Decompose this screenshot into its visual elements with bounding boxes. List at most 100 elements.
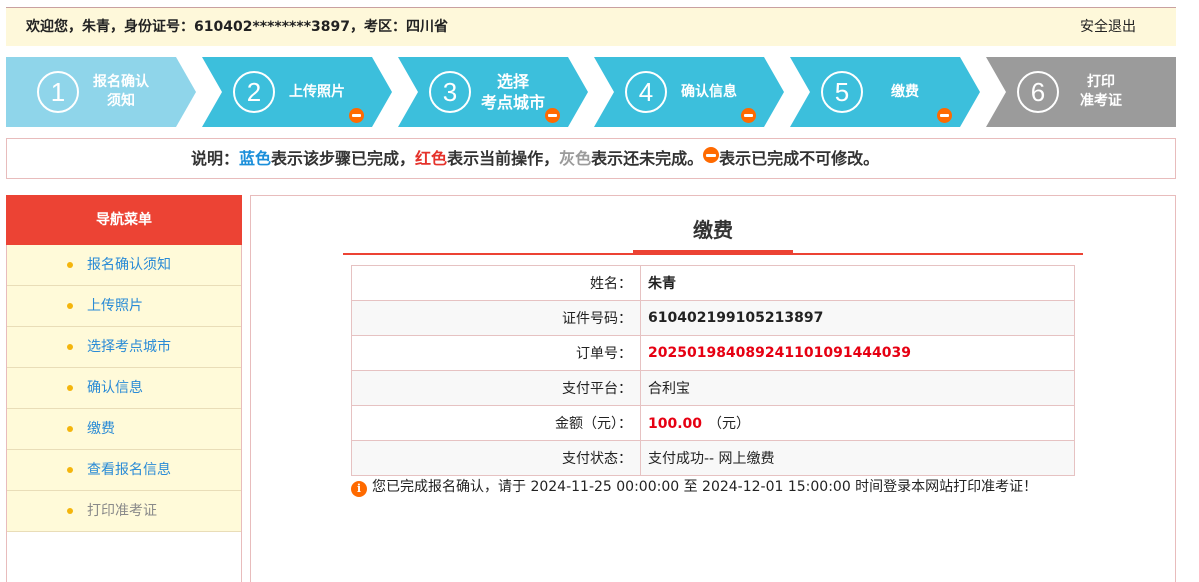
print-notice: 您已完成报名确认，请于 2024-11-25 00:00:00 至 2024-1… (351, 477, 1038, 497)
step-3-select-city: 3 选择 考点城市 (398, 57, 588, 127)
legend-grey-text: 表示还未完成。 (591, 149, 704, 168)
amount-value: 100.00 (648, 416, 703, 432)
step-number-circle: 5 (821, 71, 863, 113)
step-4-confirm-info: 4 确认信息 (594, 57, 784, 127)
bullet-dot-icon (67, 467, 73, 473)
table-row: 支付状态： 支付成功-- 网上缴费 (351, 440, 1075, 476)
legend-blue-text: 表示该步骤已完成， (271, 149, 416, 168)
sidebar-item-confirm-info[interactable]: 确认信息 (7, 368, 241, 409)
payment-info-table: 姓名： 朱青 证件号码： 610402199105213897 订单号： 202… (351, 265, 1075, 476)
sidebar-item-upload-photo[interactable]: 上传照片 (7, 286, 241, 327)
legend-red-text: 表示当前操作， (447, 149, 560, 168)
info-circle-icon (351, 480, 367, 497)
step-label-line: 选择 (496, 72, 529, 91)
row-label: 姓名： (351, 265, 641, 301)
step-label: 选择 考点城市 (473, 57, 553, 127)
row-value-cell: 610402199105213897 (640, 300, 1075, 336)
payment-panel: 缴费 姓名： 朱青 证件号码： 610402199105213897 订单号： … (250, 195, 1176, 582)
welcome-text: 欢迎您，朱青，身份证号：610402********3897，考区：四川省 (26, 19, 448, 35)
sidebar-item-label: 确认信息 (87, 380, 143, 396)
row-label: 订单号： (351, 335, 641, 371)
sidebar-item-label: 上传照片 (87, 298, 143, 314)
legend-red-word: 红色 (415, 149, 448, 168)
bullet-dot-icon (67, 385, 73, 391)
payment-status-value: 支付成功-- 网上缴费 (648, 451, 775, 467)
minus-circle-icon (703, 147, 720, 163)
legend-icon-text: 表示已完成不可修改。 (719, 149, 880, 168)
step-number-circle: 4 (625, 71, 667, 113)
sidebar-item-label: 打印准考证 (87, 503, 157, 519)
minus-circle-icon (349, 108, 364, 123)
row-value-cell: 100.00 （元） (640, 405, 1075, 441)
row-label: 支付平台： (351, 370, 641, 406)
step-label-line: 须知 (107, 93, 135, 109)
step-1-confirm-notice: 1 报名确认 须知 (6, 57, 196, 127)
title-underline (633, 250, 793, 254)
table-row: 姓名： 朱青 (351, 265, 1075, 301)
step-2-upload-photo: 2 上传照片 (202, 57, 392, 127)
page-title: 缴费 (693, 218, 733, 242)
step-label-line: 打印 (1087, 74, 1115, 90)
step-label-line: 报名确认 (93, 74, 149, 90)
step-number-circle: 3 (429, 71, 471, 113)
step-label-line: 缴费 (891, 83, 919, 100)
step-6-print-admit-card: 6 打印 准考证 (986, 57, 1176, 127)
top-welcome-bar: 欢迎您，朱青，身份证号：610402********3897，考区：四川省 安全… (6, 7, 1176, 46)
amount-unit: （元） (708, 416, 751, 432)
sidebar-item-payment[interactable]: 缴费 (7, 409, 241, 450)
row-label: 支付状态： (351, 440, 641, 476)
legend-line: 说明：蓝色表示该步骤已完成，红色表示当前操作，灰色表示还未完成。 表示已完成不可修… (191, 139, 879, 178)
sidebar-item-label: 缴费 (87, 421, 115, 437)
bullet-dot-icon (67, 426, 73, 432)
sidebar-item-view-registration[interactable]: 查看报名信息 (7, 450, 241, 491)
sidebar-nav: 导航菜单 报名确认须知 上传照片 选择考点城市 确认信息 缴费 查看报名信息 打… (6, 195, 242, 582)
sidebar-item-label: 选择考点城市 (87, 339, 171, 355)
step-label-line: 考点城市 (480, 93, 545, 112)
row-value-cell: 支付成功-- 网上缴费 (640, 440, 1075, 476)
bullet-dot-icon (67, 508, 73, 514)
candidate-name-value: 朱青 (648, 276, 676, 292)
logout-link[interactable]: 安全退出 (1080, 8, 1136, 46)
step-label-line: 上传照片 (289, 83, 345, 100)
step-number-circle: 1 (37, 71, 79, 113)
table-row: 订单号： 202501984089241101091444039 (351, 335, 1075, 371)
order-number-value: 202501984089241101091444039 (648, 345, 912, 361)
step-legend: 说明：蓝色表示该步骤已完成，红色表示当前操作，灰色表示还未完成。 表示已完成不可修… (6, 138, 1176, 179)
legend-grey-word: 灰色 (559, 149, 592, 168)
minus-circle-icon (741, 108, 756, 123)
bullet-dot-icon (67, 303, 73, 309)
print-notice-text: 您已完成报名确认，请于 2024-11-25 00:00:00 至 2024-1… (372, 479, 1038, 495)
legend-blue-word: 蓝色 (239, 149, 272, 168)
bullet-dot-icon (67, 262, 73, 268)
table-row: 支付平台： 合利宝 (351, 370, 1075, 406)
sidebar-item-label: 查看报名信息 (87, 462, 171, 478)
step-number-circle: 2 (233, 71, 275, 113)
step-5-payment: 5 缴费 (790, 57, 980, 127)
row-value-cell: 202501984089241101091444039 (640, 335, 1075, 371)
step-label: 缴费 (865, 57, 945, 127)
step-label: 打印 准考证 (1061, 57, 1141, 127)
step-number-circle: 6 (1017, 71, 1059, 113)
table-row: 证件号码： 610402199105213897 (351, 300, 1075, 336)
step-label: 确认信息 (669, 57, 749, 127)
minus-circle-icon (545, 108, 560, 123)
step-label-line: 准考证 (1080, 93, 1122, 109)
step-label-line: 确认信息 (681, 83, 737, 100)
sidebar-item-print-admit-card[interactable]: 打印准考证 (7, 491, 241, 532)
row-label: 证件号码： (351, 300, 641, 336)
sidebar-item-confirm-notice[interactable]: 报名确认须知 (7, 245, 241, 286)
sidebar-title: 导航菜单 (6, 195, 242, 245)
sidebar-item-label: 报名确认须知 (87, 257, 171, 273)
bullet-dot-icon (67, 344, 73, 350)
step-label: 报名确认 须知 (81, 57, 161, 127)
row-value-cell: 朱青 (640, 265, 1075, 301)
minus-circle-icon (937, 108, 952, 123)
row-label: 金额（元）： (351, 405, 641, 441)
payment-platform-value: 合利宝 (648, 381, 690, 397)
table-row: 金额（元）： 100.00 （元） (351, 405, 1075, 441)
id-number-value: 610402199105213897 (648, 310, 824, 326)
legend-prefix: 说明： (191, 149, 240, 168)
row-value-cell: 合利宝 (640, 370, 1075, 406)
sidebar-item-select-city[interactable]: 选择考点城市 (7, 327, 241, 368)
sidebar-menu: 报名确认须知 上传照片 选择考点城市 确认信息 缴费 查看报名信息 打印准考证 (7, 245, 241, 532)
